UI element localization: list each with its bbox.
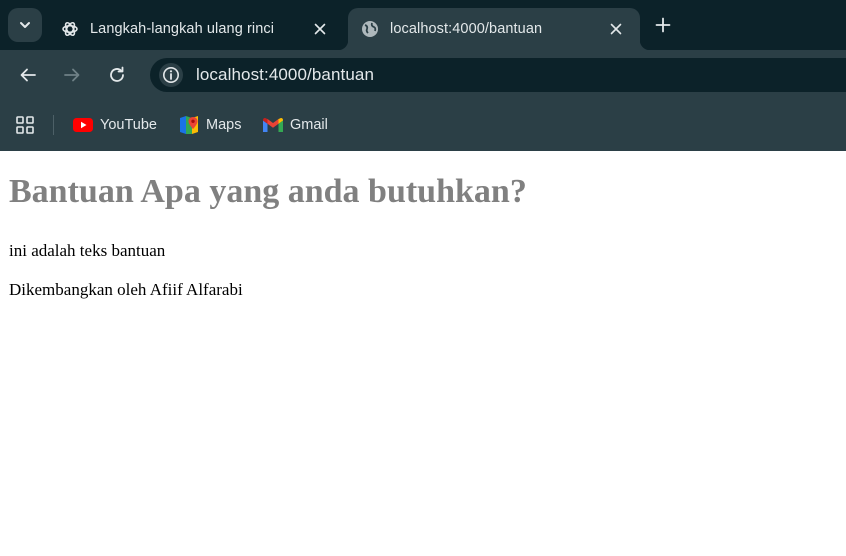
tab-title: localhost:4000/bantuan — [390, 21, 543, 37]
bookmarks-bar: YouTube Maps Gmail — [0, 100, 846, 151]
page-title: Bantuan Apa yang anda butuhkan? — [9, 173, 527, 210]
arrow-left-icon — [20, 68, 36, 82]
tab-curve — [338, 40, 348, 50]
reload-icon — [110, 66, 124, 82]
bookmarks-separator — [53, 115, 54, 135]
bookmark-label: Maps — [206, 117, 242, 133]
plus-icon — [655, 17, 671, 33]
tab-curve — [640, 40, 650, 50]
tab-search-button[interactable] — [8, 8, 42, 42]
bookmark-maps[interactable]: Maps — [179, 113, 241, 137]
gmail-icon — [263, 115, 283, 135]
tab-inactive[interactable]: Langkah-langkah ulang rinci — [48, 8, 344, 50]
bookmark-gmail[interactable]: Gmail — [263, 113, 328, 137]
close-icon[interactable] — [310, 19, 330, 39]
apps-grid-icon[interactable] — [15, 115, 35, 135]
site-info-button[interactable] — [159, 63, 183, 87]
chatgpt-icon — [61, 20, 79, 38]
maps-icon — [179, 115, 199, 135]
browser-toolbar: localhost:4000/bantuan — [0, 50, 846, 100]
new-tab-button[interactable] — [650, 12, 676, 38]
tab-title: Langkah-langkah ulang rinci — [90, 21, 275, 37]
globe-icon — [361, 20, 379, 38]
chevron-down-icon — [20, 22, 30, 28]
back-button[interactable] — [15, 62, 41, 88]
address-bar-url[interactable]: localhost:4000/bantuan — [196, 65, 374, 85]
help-text: ini adalah teks bantuan — [9, 241, 166, 260]
address-bar[interactable]: localhost:4000/bantuan — [150, 58, 846, 92]
close-icon[interactable] — [606, 19, 626, 39]
tab-active[interactable]: localhost:4000/bantuan — [338, 8, 650, 50]
arrow-right-icon — [64, 68, 80, 82]
tab-strip: Langkah-langkah ulang rinci localhost:40… — [0, 0, 846, 50]
youtube-icon — [73, 115, 93, 135]
reload-button[interactable] — [104, 62, 130, 88]
info-icon — [163, 67, 179, 83]
bookmark-label: YouTube — [100, 117, 157, 133]
page-content: Bantuan Apa yang anda butuhkan? ini adal… — [0, 151, 846, 556]
forward-button[interactable] — [59, 62, 85, 88]
developer-credit: Dikembangkan oleh Afiif Alfarabi — [9, 280, 243, 299]
bookmark-label: Gmail — [290, 117, 328, 133]
bookmark-youtube[interactable]: YouTube — [73, 113, 157, 137]
